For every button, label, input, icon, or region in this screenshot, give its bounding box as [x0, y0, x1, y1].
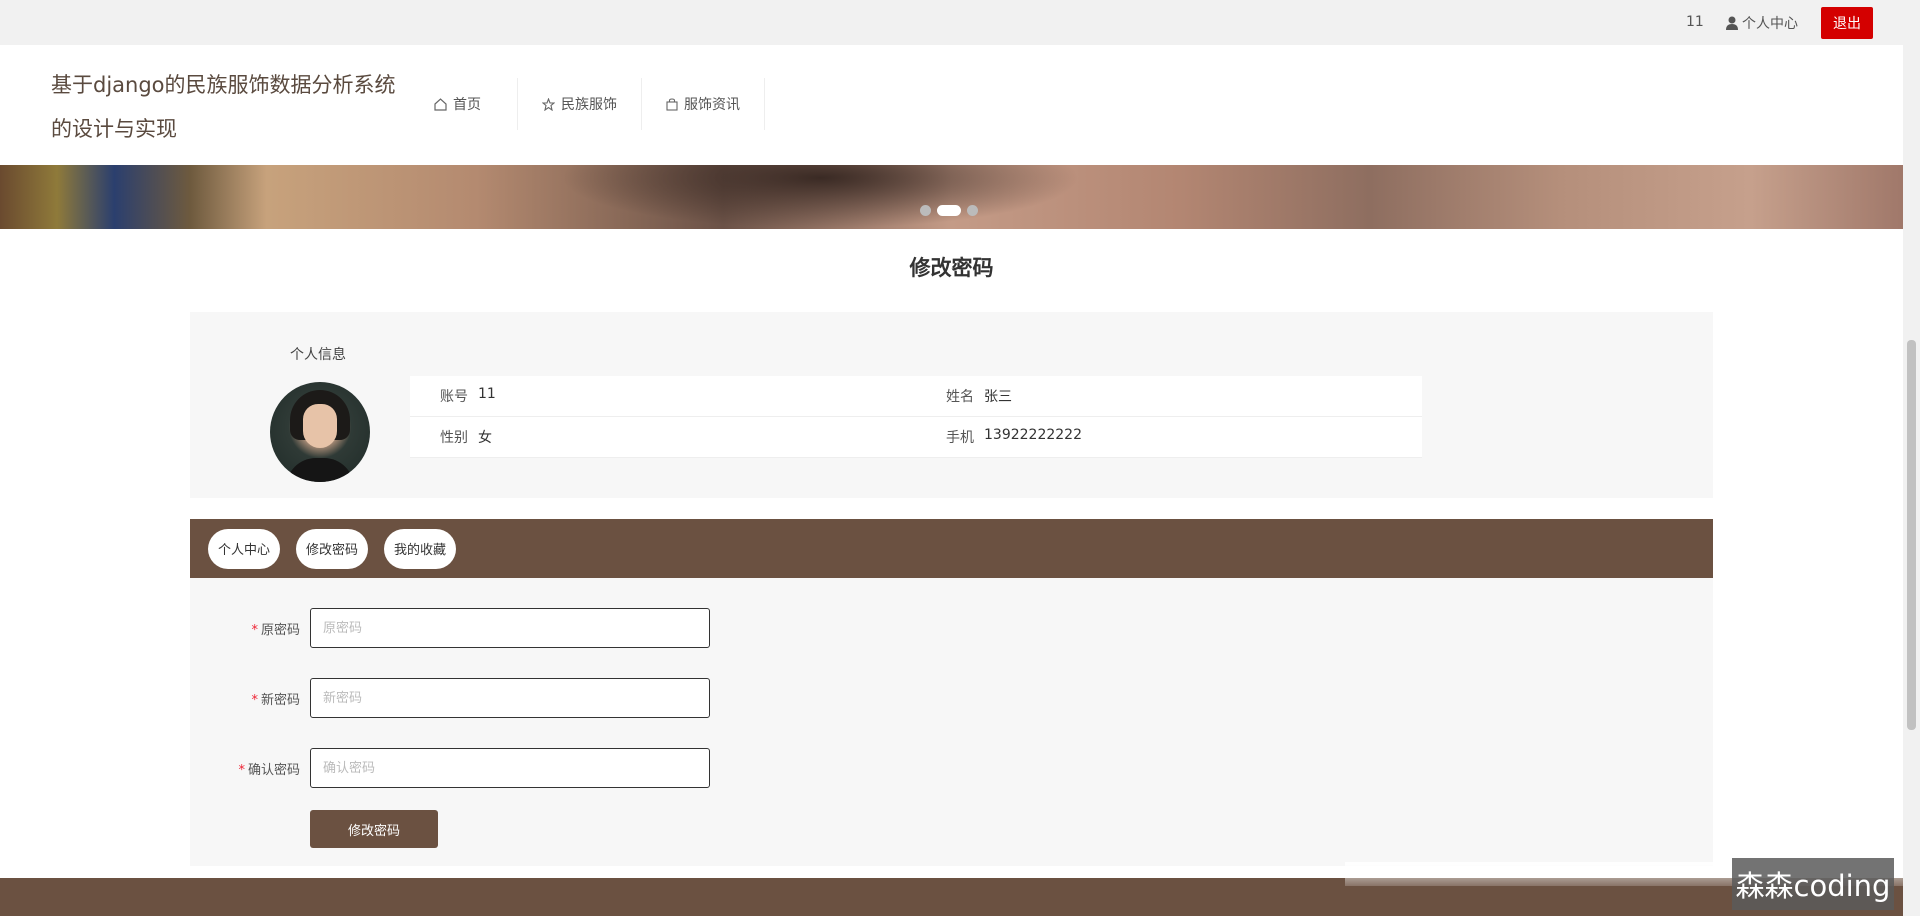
center-tab-bar: 个人中心 修改密码 我的收藏 — [190, 519, 1713, 578]
scrollbar-thumb[interactable] — [1907, 340, 1916, 730]
star-icon — [542, 97, 555, 111]
carousel-indicators — [920, 205, 978, 216]
confirm-password-label: * 确认密码 — [238, 762, 300, 778]
nav-label: 服饰资讯 — [684, 97, 740, 113]
old-password-label: * 原密码 — [251, 622, 300, 638]
home-icon — [434, 97, 447, 111]
profile-panel: 个人信息 账号 11 姓名 张三 性别 女 手机 13922222222 — [190, 312, 1713, 498]
change-password-button[interactable]: 修改密码 — [310, 810, 438, 848]
nav-label: 首页 — [453, 97, 481, 113]
carousel-dot-2[interactable] — [937, 205, 961, 216]
bag-icon — [666, 97, 678, 111]
new-password-row: * 新密码 — [190, 678, 710, 718]
user-id: 11 — [1686, 14, 1704, 30]
new-password-input[interactable] — [310, 678, 710, 718]
personal-center-label: 个人中心 — [1742, 16, 1798, 32]
profile-field-phone: 手机 13922222222 — [946, 427, 1082, 446]
profile-section-label: 个人信息 — [290, 347, 346, 363]
top-bar: 11 个人中心 退出 — [0, 0, 1903, 45]
confirm-password-row: * 确认密码 — [190, 748, 710, 788]
nav-item-home[interactable]: 首页 — [420, 78, 518, 130]
site-header: 基于django的民族服饰数据分析系统的设计与实现 首页 民族服饰 服饰资讯 — [0, 45, 1903, 165]
profile-field-name: 姓名 张三 — [946, 389, 1012, 405]
carousel-dot-1[interactable] — [920, 205, 931, 216]
nav-label: 民族服饰 — [561, 97, 617, 113]
nav-item-ethnic-costume[interactable]: 民族服饰 — [518, 78, 642, 130]
old-password-row: * 原密码 — [190, 608, 710, 648]
nav-item-costume-news[interactable]: 服饰资讯 — [642, 78, 765, 130]
watermark: 森森coding — [1732, 858, 1894, 910]
banner-image — [560, 165, 1080, 229]
banner-carousel — [0, 165, 1903, 229]
page-title: 修改密码 — [909, 256, 994, 280]
site-title[interactable]: 基于django的民族服饰数据分析系统的设计与实现 — [51, 63, 401, 151]
profile-field-account: 账号 11 — [440, 386, 496, 405]
main-nav: 首页 民族服饰 服饰资讯 — [420, 78, 765, 130]
logout-button[interactable]: 退出 — [1821, 7, 1873, 39]
profile-row: 性别 女 手机 13922222222 — [410, 417, 1422, 458]
carousel-dot-3[interactable] — [967, 205, 978, 216]
avatar — [270, 382, 370, 482]
new-password-label: * 新密码 — [251, 692, 300, 708]
tab-personal-center[interactable]: 个人中心 — [208, 528, 281, 569]
confirm-password-input[interactable] — [310, 748, 710, 788]
profile-row: 账号 11 姓名 张三 — [410, 376, 1422, 417]
profile-field-gender: 性别 女 — [440, 430, 492, 446]
profile-table: 账号 11 姓名 张三 性别 女 手机 13922222222 — [410, 376, 1422, 458]
tab-my-favorites[interactable]: 我的收藏 — [384, 528, 457, 569]
old-password-input[interactable] — [310, 608, 710, 648]
user-icon — [1726, 16, 1738, 30]
password-form: * 原密码 * 新密码 * 确认密码 修改密码 — [190, 578, 1713, 866]
personal-center-link[interactable]: 个人中心 — [1726, 13, 1798, 33]
page-scrollbar[interactable] — [1903, 0, 1920, 916]
tab-change-password[interactable]: 修改密码 — [296, 528, 369, 569]
